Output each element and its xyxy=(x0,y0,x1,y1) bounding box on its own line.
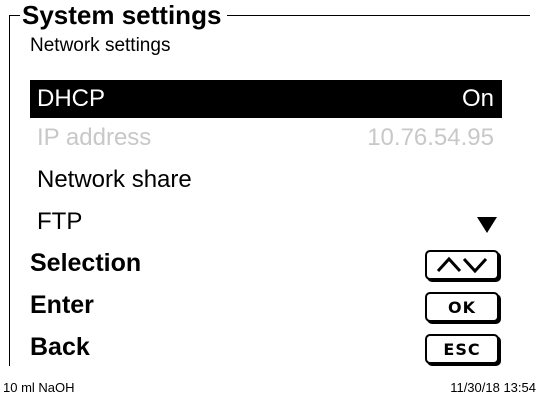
menu-item-label: DHCP xyxy=(37,85,106,112)
menu-item-dhcp[interactable]: DHCP On xyxy=(30,80,502,118)
esc-button[interactable]: ESC xyxy=(425,334,499,364)
menu-item-label: FTP xyxy=(37,208,83,235)
menu-item-value: On xyxy=(461,85,494,112)
status-datetime: 11/30/18 13:54 xyxy=(450,380,536,395)
up-down-arrows-icon xyxy=(436,256,488,274)
enter-label: Enter xyxy=(30,291,94,319)
menu-item-ftp[interactable]: FTP xyxy=(30,203,502,241)
page-subtitle: Network settings xyxy=(30,35,171,56)
menu-item-label: Network share xyxy=(37,166,192,193)
menu-item-ip-address: IP address 10.76.54.95 xyxy=(30,119,502,157)
menu-item-value: 10.76.54.95 xyxy=(367,124,494,151)
back-label: Back xyxy=(30,333,90,361)
status-method: 10 ml NaOH xyxy=(3,380,75,395)
menu-item-network-share[interactable]: Network share xyxy=(30,161,502,199)
scroll-down-icon xyxy=(477,217,497,233)
menu-item-label: IP address xyxy=(37,124,152,151)
selection-button[interactable] xyxy=(425,250,499,280)
selection-label: Selection xyxy=(30,249,142,277)
page-title: System settings xyxy=(20,0,228,30)
ok-button[interactable]: OK xyxy=(425,292,499,322)
